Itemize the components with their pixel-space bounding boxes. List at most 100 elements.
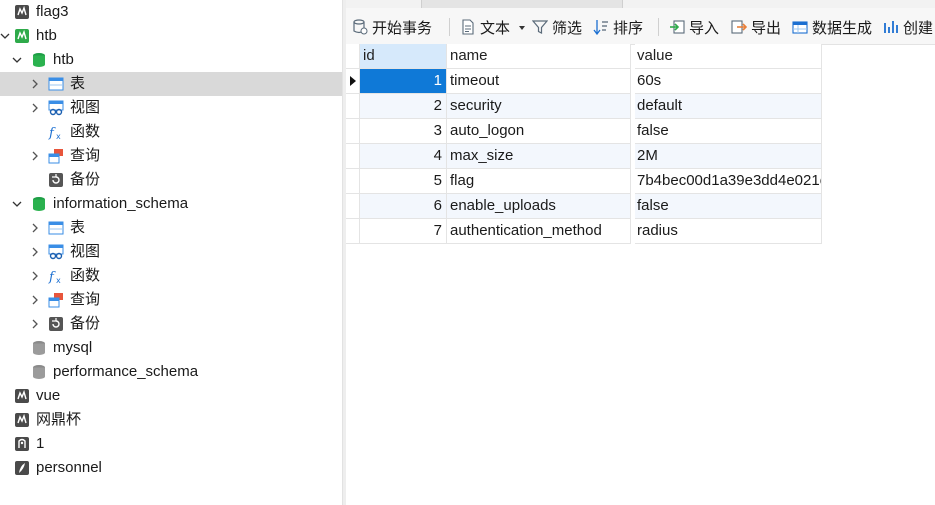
nav-tables[interactable]: 表 <box>0 216 342 240</box>
cell-name[interactable]: timeout <box>447 69 631 94</box>
nav-label: 视图 <box>70 99 101 116</box>
nav-queries[interactable]: 查询 <box>0 288 342 312</box>
nav-label: htb <box>36 27 57 44</box>
cell-value[interactable]: false <box>635 119 822 144</box>
connection-1[interactable]: 1 <box>0 432 342 456</box>
filter-label: 筛选 <box>552 19 583 37</box>
database-htb[interactable]: htb <box>0 48 342 72</box>
tab-table-data[interactable] <box>421 0 623 8</box>
nav-label: htb <box>53 51 74 68</box>
row-indicator <box>346 219 360 244</box>
chevron-down-icon[interactable] <box>0 31 10 41</box>
connection-htb[interactable]: htb <box>0 24 342 48</box>
chevron-down-icon[interactable] <box>12 55 22 65</box>
row-indicator <box>346 144 360 169</box>
mysql-connection-icon <box>14 412 30 428</box>
mysql-connection-icon <box>14 4 30 20</box>
nav-tables[interactable]: 表 <box>0 72 342 96</box>
database-performance-schema[interactable]: performance_schema <box>0 360 342 384</box>
cell-id[interactable]: 4 <box>360 144 447 169</box>
nav-functions[interactable]: fx 函数 <box>0 264 342 288</box>
svg-text:x: x <box>56 132 61 140</box>
nav-label: flag3 <box>36 3 69 20</box>
text-view-button[interactable]: 文本 <box>460 17 526 37</box>
database-information-schema[interactable]: information_schema <box>0 192 342 216</box>
column-header-id[interactable]: id <box>360 44 447 69</box>
cell-value[interactable]: 7b4bec00d1a39e3dd4e021ec3d915da8 <box>635 169 822 194</box>
cell-value[interactable]: radius <box>635 219 822 244</box>
nav-views[interactable]: 视图 <box>0 240 342 264</box>
create-chart-button[interactable]: 创建 <box>883 17 933 37</box>
cell-name[interactable]: auto_logon <box>447 119 631 144</box>
postgresql-connection-icon <box>14 436 30 452</box>
filter-button[interactable]: 筛选 <box>532 17 582 37</box>
chevron-down-icon[interactable] <box>12 199 22 209</box>
nav-views[interactable]: 视图 <box>0 96 342 120</box>
connection-vue[interactable]: vue <box>0 384 342 408</box>
create-label: 创建 <box>903 19 934 37</box>
chevron-right-icon[interactable] <box>30 103 40 113</box>
nav-label: 备份 <box>70 315 101 332</box>
cell-id[interactable]: 6 <box>360 194 447 219</box>
nav-backups[interactable]: 备份 <box>0 168 342 192</box>
cell-name[interactable]: authentication_method <box>447 219 631 244</box>
import-label: 导入 <box>689 19 720 37</box>
column-header-name[interactable]: name <box>447 44 631 69</box>
svg-text:x: x <box>56 276 61 284</box>
function-icon: fx <box>48 268 64 284</box>
backup-icon <box>48 172 64 188</box>
svg-text:f: f <box>48 270 56 284</box>
cell-value[interactable]: 60s <box>635 69 822 94</box>
cell-id[interactable]: 7 <box>360 219 447 244</box>
backup-icon <box>48 316 64 332</box>
filter-icon <box>532 19 548 35</box>
nav-backups[interactable]: 备份 <box>0 312 342 336</box>
connection-personnel[interactable]: personnel <box>0 456 342 480</box>
export-button[interactable]: 导出 <box>731 17 781 37</box>
chevron-right-icon[interactable] <box>30 271 40 281</box>
export-icon <box>731 19 747 35</box>
cell-value[interactable]: 2M <box>635 144 822 169</box>
chevron-right-icon[interactable] <box>30 319 40 329</box>
chevron-right-icon[interactable] <box>30 79 40 89</box>
column-header-value[interactable]: value <box>635 44 822 69</box>
dropdown-caret-icon[interactable] <box>518 19 526 36</box>
chevron-right-icon[interactable] <box>30 247 40 257</box>
connection-flag3[interactable]: flag3 <box>0 0 342 24</box>
cell-name[interactable]: flag <box>447 169 631 194</box>
row-indicator <box>346 119 360 144</box>
view-icon <box>48 100 64 116</box>
current-row-indicator <box>346 69 360 94</box>
cell-value[interactable]: default <box>635 94 822 119</box>
data-generation-label: 数据生成 <box>812 19 873 37</box>
row-indicator-header <box>346 44 360 69</box>
cell-name[interactable]: security <box>447 94 631 119</box>
begin-transaction-label: 开始事务 <box>372 19 433 37</box>
database-icon <box>31 364 47 380</box>
cell-name[interactable]: max_size <box>447 144 631 169</box>
cell-name[interactable]: enable_uploads <box>447 194 631 219</box>
sqlite-connection-icon <box>14 460 30 476</box>
sort-icon <box>593 19 609 35</box>
chevron-right-icon[interactable] <box>30 223 40 233</box>
nav-label: 表 <box>70 75 86 92</box>
cell-id[interactable]: 5 <box>360 169 447 194</box>
begin-transaction-button[interactable]: 开始事务 <box>352 17 432 37</box>
nav-functions[interactable]: fx 函数 <box>0 120 342 144</box>
database-icon <box>31 340 47 356</box>
data-generation-button[interactable]: 数据生成 <box>792 17 872 37</box>
chevron-right-icon[interactable] <box>30 151 40 161</box>
chevron-right-icon[interactable] <box>30 295 40 305</box>
cell-value[interactable]: false <box>635 194 822 219</box>
row-indicator <box>346 194 360 219</box>
import-button[interactable]: 导入 <box>669 17 719 37</box>
data-generation-icon <box>792 19 808 35</box>
cell-id[interactable]: 1 <box>360 69 447 94</box>
connection-wangdingbei[interactable]: 网鼎杯 <box>0 408 342 432</box>
sort-button[interactable]: 排序 <box>593 17 643 37</box>
cell-id[interactable]: 3 <box>360 119 447 144</box>
cell-id[interactable]: 2 <box>360 94 447 119</box>
table-icon <box>48 76 64 92</box>
database-mysql[interactable]: mysql <box>0 336 342 360</box>
nav-queries[interactable]: 查询 <box>0 144 342 168</box>
